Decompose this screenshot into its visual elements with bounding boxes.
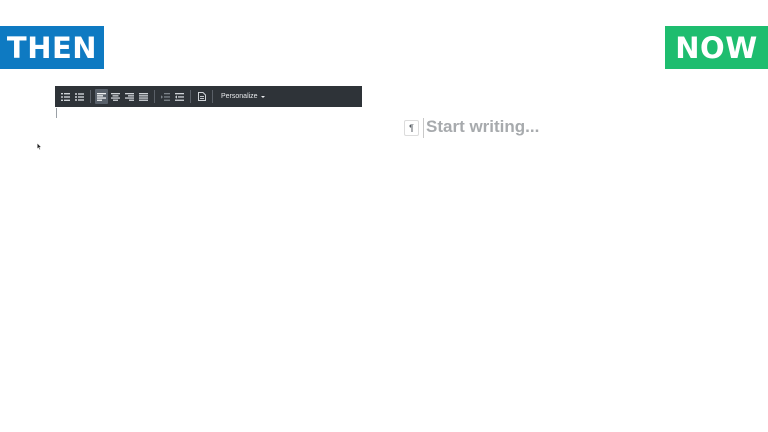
old-editor-toolbar: Personalize <box>55 86 362 107</box>
toolbar-separator <box>190 90 191 103</box>
paragraph-symbol: ¶ <box>409 123 414 133</box>
toolbar-separator <box>154 90 155 103</box>
template-icon[interactable] <box>195 89 208 104</box>
old-editor-text-caret <box>56 108 57 118</box>
personalize-dropdown[interactable]: Personalize <box>219 89 267 104</box>
bulleted-list-icon[interactable] <box>73 89 86 104</box>
chevron-down-icon <box>260 95 265 98</box>
numbered-list-icon[interactable] <box>59 89 72 104</box>
comparison-stage: THEN NOW Personalize ¶ Start writing... <box>0 0 768 432</box>
align-center-icon[interactable] <box>109 89 122 104</box>
outdent-icon[interactable] <box>173 89 186 104</box>
align-justify-icon[interactable] <box>137 89 150 104</box>
paragraph-icon[interactable]: ¶ <box>404 120 419 136</box>
now-badge: NOW <box>665 26 768 69</box>
mouse-pointer-icon <box>37 143 42 150</box>
toolbar-separator <box>212 90 213 103</box>
personalize-label: Personalize <box>221 93 258 100</box>
align-left-icon[interactable] <box>95 89 108 104</box>
align-right-icon[interactable] <box>123 89 136 104</box>
then-badge: THEN <box>0 26 104 69</box>
start-writing-placeholder[interactable]: Start writing... <box>426 117 539 137</box>
new-editor-text-caret <box>423 118 424 138</box>
toolbar-separator <box>90 90 91 103</box>
indent-icon[interactable] <box>159 89 172 104</box>
